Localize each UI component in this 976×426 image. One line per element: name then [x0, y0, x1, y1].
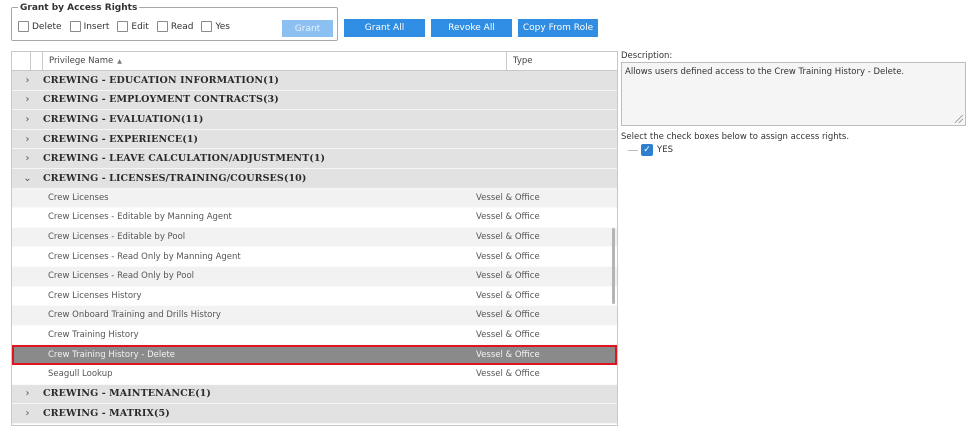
table-row[interactable]: Crew Onboard Training and Drills History… — [12, 306, 617, 326]
header-spacer-col — [31, 52, 43, 70]
privilege-name: Seagull Lookup — [48, 369, 113, 380]
grant-button[interactable]: Grant — [282, 20, 333, 37]
access-rights-checkboxes: Delete Insert Edit Read Yes — [18, 21, 238, 32]
privilege-type: Vessel & Office — [476, 369, 540, 380]
checkbox-delete[interactable]: Delete — [18, 21, 62, 32]
privilege-type: Vessel & Office — [476, 192, 540, 203]
group-row[interactable]: › CREWING - LEAVE CALCULATION/ADJUSTMENT… — [12, 149, 617, 169]
privilege-name: Crew Training History - Delete — [48, 349, 176, 360]
table-row-selected[interactable]: Crew Training History - Delete Vessel & … — [12, 345, 617, 365]
privilege-type: Vessel & Office — [476, 251, 540, 262]
chevron-down-icon[interactable]: ⌄ — [12, 173, 43, 184]
copy-from-role-button[interactable]: Copy From Role — [518, 19, 598, 37]
privilege-type: Vessel & Office — [476, 349, 540, 360]
group-label: CREWING - EXPERIENCE(1) — [43, 133, 199, 145]
checkbox-read[interactable]: Read — [156, 21, 194, 32]
privilege-name: Crew Onboard Training and Drills History — [48, 310, 221, 321]
group-label: CREWING - MAINTENANCE(1) — [43, 388, 212, 400]
privilege-type: Vessel & Office — [476, 290, 540, 301]
tree-connector — [628, 149, 638, 151]
privilege-name: Crew Training History — [48, 330, 139, 341]
checkbox-yes[interactable]: Yes — [201, 21, 230, 32]
table-row[interactable]: Seagull Lookup Vessel & Office — [12, 364, 617, 385]
table-row[interactable]: Crew Licenses - Editable by Pool Vessel … — [12, 227, 617, 248]
column-header-privilege-name[interactable]: Privilege Name ▲ — [43, 52, 507, 70]
chevron-right-icon[interactable]: › — [12, 75, 43, 86]
table-row[interactable]: Crew Licenses Vessel & Office — [12, 188, 617, 209]
column-header-label: Type — [513, 56, 533, 66]
privilege-name: Crew Licenses - Read Only by Manning Age… — [48, 251, 241, 262]
checkmark-icon[interactable]: ✓ — [641, 144, 653, 156]
group-label: CREWING - EDUCATION INFORMATION(1) — [43, 74, 280, 86]
chevron-right-icon[interactable]: › — [12, 388, 43, 399]
group-label: CREWING - LICENSES/TRAINING/COURSES(10) — [43, 172, 307, 184]
group-row[interactable]: › CREWING - EDUCATION INFORMATION(1) — [12, 71, 617, 91]
privilege-type: Vessel & Office — [476, 232, 540, 243]
table-row[interactable]: Crew Licenses - Read Only by Pool Vessel… — [12, 266, 617, 287]
assign-instructions: Select the check boxes below to assign a… — [621, 132, 850, 142]
checkbox-box[interactable] — [117, 21, 129, 32]
grant-all-button[interactable]: Grant All — [344, 19, 425, 37]
vertical-scrollbar[interactable] — [612, 228, 615, 304]
privileges-grid: Privilege Name ▲ Type › CREWING - EDUCAT… — [11, 51, 618, 426]
description-textarea[interactable]: Allows users defined access to the Crew … — [621, 62, 966, 126]
table-row[interactable]: Crew Training History Vessel & Office — [12, 325, 617, 346]
privilege-name: Crew Licenses History — [48, 290, 142, 301]
header-expand-col — [12, 52, 31, 70]
description-title: Description: — [621, 51, 673, 61]
checkbox-box[interactable] — [69, 21, 81, 32]
group-label: CREWING - MATRIX(5) — [43, 407, 170, 419]
chevron-right-icon[interactable]: › — [12, 94, 43, 105]
checkbox-label: Edit — [131, 21, 149, 32]
privilege-type: Vessel & Office — [476, 330, 540, 341]
group-label: CREWING - LEAVE CALCULATION/ADJUSTMENT(1… — [43, 153, 326, 165]
privilege-type: Vessel & Office — [476, 310, 540, 321]
privilege-type: Vessel & Office — [476, 271, 540, 282]
checkbox-box[interactable] — [201, 21, 213, 32]
privilege-name: Crew Licenses - Editable by Pool — [48, 232, 186, 243]
grant-group-title: Grant by Access Rights — [18, 3, 140, 13]
table-row[interactable]: Crew Licenses - Editable by Manning Agen… — [12, 208, 617, 228]
group-row-expanded[interactable]: ⌄ CREWING - LICENSES/TRAINING/COURSES(10… — [12, 168, 617, 189]
checkbox-edit[interactable]: Edit — [117, 21, 149, 32]
option-label: YES — [657, 145, 673, 155]
checkbox-label: Insert — [83, 21, 110, 32]
revoke-all-button[interactable]: Revoke All — [431, 19, 512, 37]
group-row[interactable]: › CREWING - EVALUATION(11) — [12, 110, 617, 130]
checkbox-box[interactable] — [18, 21, 29, 32]
table-row[interactable]: Crew Licenses - Read Only by Manning Age… — [12, 247, 617, 267]
resize-grip-icon[interactable] — [955, 115, 963, 123]
checkbox-insert[interactable]: Insert — [69, 21, 110, 32]
column-header-type[interactable]: Type — [507, 52, 617, 70]
sort-ascending-icon: ▲ — [117, 57, 122, 65]
group-row[interactable]: › CREWING - EXPERIENCE(1) — [12, 129, 617, 150]
checkbox-label: Read — [170, 21, 194, 32]
privilege-name: Crew Licenses - Read Only by Pool — [48, 271, 195, 282]
group-row[interactable]: › CREWING - MAINTENANCE(1) — [12, 384, 617, 405]
privilege-type: Vessel & Office — [476, 212, 540, 223]
group-row[interactable]: › CREWING - MATRIX(5) — [12, 404, 617, 424]
group-label: CREWING - EMPLOYMENT CONTRACTS(3) — [43, 94, 279, 106]
checkbox-box[interactable] — [156, 21, 168, 32]
description-text: Allows users defined access to the Crew … — [625, 67, 905, 77]
column-header-label: Privilege Name — [49, 56, 114, 66]
grid-header: Privilege Name ▲ Type — [12, 52, 617, 71]
chevron-right-icon[interactable]: › — [12, 114, 43, 125]
assign-option-yes[interactable]: ✓ YES — [628, 144, 673, 156]
group-label: CREWING - EVALUATION(11) — [43, 113, 204, 125]
group-row[interactable]: › CREWING - EMPLOYMENT CONTRACTS(3) — [12, 90, 617, 111]
checkbox-label: Yes — [215, 21, 230, 32]
chevron-right-icon[interactable]: › — [12, 153, 43, 164]
chevron-right-icon[interactable]: › — [12, 408, 43, 419]
privilege-name: Crew Licenses — [48, 192, 109, 203]
table-row[interactable]: Crew Licenses History Vessel & Office — [12, 286, 617, 307]
privilege-name: Crew Licenses - Editable by Manning Agen… — [48, 212, 232, 223]
chevron-right-icon[interactable]: › — [12, 134, 43, 145]
checkbox-label: Delete — [32, 21, 62, 32]
